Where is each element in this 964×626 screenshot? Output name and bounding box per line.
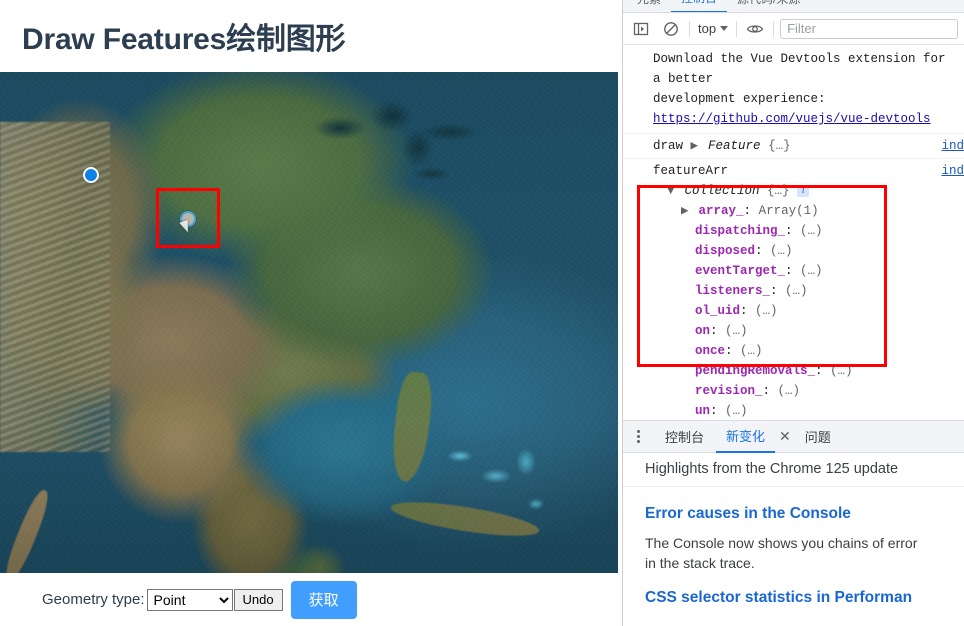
object-property-row[interactable]: revision_: (…) — [653, 381, 960, 401]
collection-class-name: Collection — [684, 184, 760, 198]
vue-hint-line1: Download the Vue Devtools extension for … — [653, 52, 946, 86]
map-point-feature[interactable] — [83, 167, 99, 183]
whats-new-body-line2: in the stack trace. — [645, 555, 755, 571]
whats-new-body-line1: The Console now shows you chains of erro… — [645, 535, 918, 551]
property-value: (…) — [770, 244, 793, 258]
object-property-row[interactable]: eventTarget_: (…) — [653, 261, 960, 281]
vue-devtools-link[interactable]: https://github.com/vuejs/vue-devtools — [653, 112, 931, 126]
source-link-2[interactable]: ind — [941, 161, 964, 181]
property-name: array_ — [698, 204, 744, 218]
page-header: Draw Features绘制图形 — [0, 0, 618, 72]
collection-preview: {…} — [767, 184, 790, 198]
live-expression-eye-icon[interactable] — [743, 17, 767, 41]
property-value: (…) — [785, 284, 808, 298]
property-name: pendingRemovals_ — [695, 364, 816, 378]
chevron-down-icon — [720, 26, 729, 31]
whats-new-item-title-2[interactable]: CSS selector statistics in Performan — [645, 589, 958, 607]
vue-hint-line2: development experience: — [653, 92, 826, 106]
sidebar-toggle-icon[interactable] — [629, 17, 653, 41]
geometry-type-select[interactable]: Point — [146, 588, 233, 611]
devtools-tab-console[interactable]: 控制台 — [671, 0, 728, 12]
devtools-drawer-tabbar: 控制台 新变化 ✕ 问题 — [623, 420, 964, 453]
whats-new-heading: Highlights from the Chrome 125 update — [623, 453, 964, 487]
drawer-tab-whats-new[interactable]: 新变化 — [716, 421, 776, 453]
drawer-tab-console[interactable]: 控制台 — [655, 422, 714, 452]
property-value: (…) — [800, 264, 823, 278]
featurearr-root-row: featureArr ind — [653, 161, 964, 181]
console-toolbar: top — [623, 13, 964, 45]
property-name: listeners_ — [695, 284, 771, 298]
draw-class-name: Feature — [708, 139, 761, 153]
geometry-type-label: Geometry type: — [42, 591, 145, 608]
console-filter-input[interactable] — [780, 18, 958, 39]
property-value: (…) — [755, 304, 778, 318]
clear-console-icon[interactable] — [659, 17, 683, 41]
console-message-list[interactable]: Download the Vue Devtools extension for … — [623, 45, 964, 420]
whats-new-item: Error causes in the Console The Console … — [623, 487, 964, 607]
info-badge-icon[interactable]: i — [797, 184, 810, 197]
collapse-triangle-icon[interactable]: ▼ — [667, 181, 677, 201]
object-property-row[interactable]: disposed: (…) — [653, 241, 960, 261]
property-name: revision_ — [695, 384, 763, 398]
console-message-vue-hint: Download the Vue Devtools extension for … — [623, 45, 964, 134]
object-property-row[interactable]: dispatching_: (…) — [653, 221, 960, 241]
more-options-icon[interactable] — [629, 430, 647, 443]
object-property-row[interactable]: listeners_: (…) — [653, 281, 960, 301]
object-property-row[interactable]: once: (…) — [653, 341, 960, 361]
property-value: (…) — [830, 364, 853, 378]
toolbar-divider-3 — [773, 20, 775, 37]
property-name: un — [695, 404, 711, 418]
drawer-tab-issues[interactable]: 问题 — [795, 422, 841, 452]
undo-button[interactable]: Undo — [233, 588, 283, 611]
property-name: dispatching_ — [695, 224, 786, 238]
toolbar-divider — [689, 20, 690, 37]
expand-triangle-icon[interactable]: ▶ — [691, 136, 701, 156]
whats-new-panel: Highlights from the Chrome 125 update Er… — [623, 453, 964, 626]
close-icon[interactable]: ✕ — [777, 428, 793, 445]
property-value: (…) — [777, 384, 801, 398]
property-value: (…) — [725, 324, 748, 338]
property-value: (…) — [800, 224, 823, 238]
map-satellite-imagery — [0, 72, 618, 573]
object-property-row[interactable]: ▶ array_: Array(1) — [653, 201, 960, 221]
collection-row[interactable]: ▼ Collection {…} i — [653, 181, 960, 201]
screenshot-root: Draw Features绘制图形 Geometry type: Point U… — [0, 0, 964, 626]
get-features-button[interactable]: 获取 — [290, 580, 357, 619]
source-link-1[interactable]: ind — [941, 136, 964, 156]
devtools-panel: 元素 控制台 源代码/来源 top — [622, 0, 964, 626]
draw-log-label: draw — [653, 139, 684, 153]
property-name: eventTarget_ — [695, 264, 786, 278]
object-property-row[interactable]: un: (…) — [653, 401, 960, 420]
featurearr-label: featureArr — [653, 164, 729, 178]
whats-new-item-body: The Console now shows you chains of erro… — [645, 533, 958, 573]
object-property-row[interactable]: on: (…) — [653, 321, 960, 341]
object-property-row[interactable]: pendingRemovals_: (…) — [653, 361, 960, 381]
console-context-value: top — [698, 21, 717, 36]
property-name: once — [695, 344, 726, 358]
object-property-row[interactable]: ol_uid: (…) — [653, 301, 960, 321]
console-context-selector[interactable]: top — [696, 21, 730, 36]
expand-triangle-icon-array[interactable]: ▶ — [681, 201, 691, 221]
property-name: on — [695, 324, 711, 338]
page-title: Draw Features绘制图形 — [22, 23, 346, 56]
map-canvas[interactable] — [0, 72, 618, 573]
map-controls-bar: Geometry type: Point Undo 获取 — [0, 573, 618, 626]
console-message-featurearr[interactable]: featureArr ind ▼ Collection {…} i ▶ arra… — [623, 159, 964, 420]
property-name: disposed — [695, 244, 756, 258]
property-name: ol_uid — [695, 304, 741, 318]
property-value: Array(1) — [758, 204, 819, 218]
console-message-draw-feature[interactable]: draw ▶ Feature {…} ind — [623, 134, 964, 159]
whats-new-item-title[interactable]: Error causes in the Console — [645, 505, 958, 523]
devtools-tab-sources[interactable]: 源代码/来源 — [727, 0, 810, 12]
toolbar-divider-2 — [736, 20, 738, 37]
property-value: (…) — [740, 344, 763, 358]
property-value: (…) — [725, 404, 748, 418]
draw-preview: {…} — [768, 139, 791, 153]
web-page: Draw Features绘制图形 Geometry type: Point U… — [0, 0, 618, 626]
devtools-tab-elements[interactable]: 元素 — [627, 0, 671, 12]
devtools-panel-tabbar: 元素 控制台 源代码/来源 — [623, 0, 964, 13]
